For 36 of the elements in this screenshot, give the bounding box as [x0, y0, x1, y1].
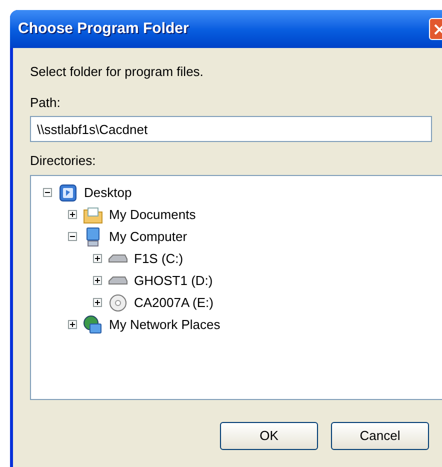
tree-item[interactable]: Desktop: [84, 182, 132, 202]
path-field[interactable]: \\sstlabf1s\Cacdnet: [30, 116, 432, 142]
path-label: Path:: [30, 94, 62, 112]
collapse-toggle[interactable]: [43, 188, 52, 197]
plus-icon: [69, 211, 76, 218]
minus-icon: [69, 233, 76, 240]
tree-item[interactable]: My Documents: [109, 204, 196, 224]
minus-icon: [44, 189, 51, 196]
tree-item[interactable]: CA2007A (E:): [134, 292, 214, 312]
tree-item[interactable]: My Network Places: [109, 314, 220, 334]
cancel-button[interactable]: Cancel: [331, 422, 429, 450]
desktop-icon: [59, 184, 77, 202]
tree-item[interactable]: GHOST1 (D:): [134, 270, 213, 290]
folder-icon: [83, 206, 103, 224]
hard-drive-icon: [108, 252, 128, 264]
expand-toggle[interactable]: [93, 254, 102, 263]
plus-icon: [94, 255, 101, 262]
close-icon: [434, 24, 442, 34]
directories-label: Directories:: [30, 152, 97, 170]
network-icon: [83, 314, 103, 334]
window-title: Choose Program Folder: [18, 18, 189, 39]
cd-icon: [109, 294, 127, 312]
plus-icon: [94, 277, 101, 284]
prompt-text: Select folder for program files.: [30, 63, 204, 81]
hard-drive-icon: [108, 274, 128, 286]
collapse-toggle[interactable]: [68, 232, 77, 241]
expand-toggle[interactable]: [68, 320, 77, 329]
expand-toggle[interactable]: [68, 210, 77, 219]
expand-toggle[interactable]: [93, 276, 102, 285]
plus-icon: [69, 321, 76, 328]
computer-icon: [84, 226, 102, 246]
plus-icon: [94, 299, 101, 306]
tree-item[interactable]: My Computer: [109, 226, 188, 246]
expand-toggle[interactable]: [93, 298, 102, 307]
tree-item[interactable]: F1S (C:): [134, 248, 184, 268]
ok-button[interactable]: OK: [220, 422, 318, 450]
